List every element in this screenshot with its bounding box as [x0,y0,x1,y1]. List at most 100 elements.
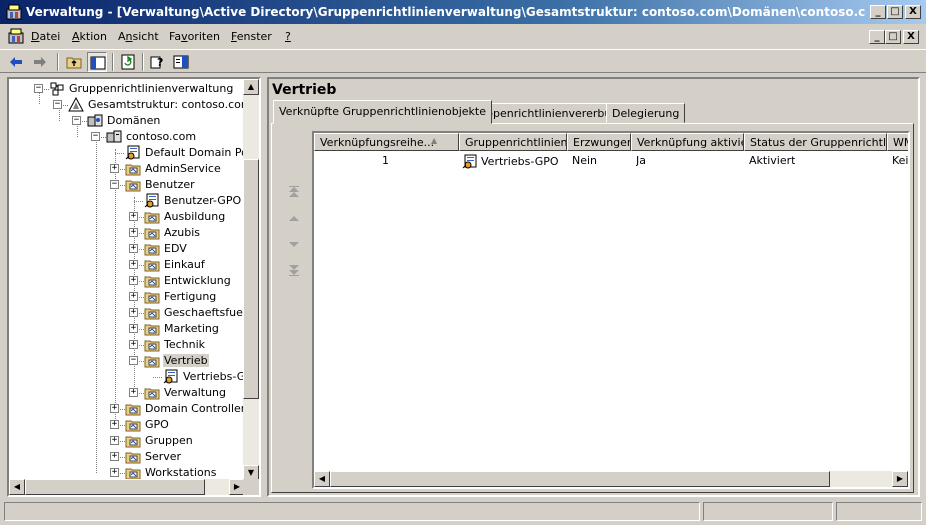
expand-toggle[interactable]: + [129,308,138,317]
forward-button[interactable] [30,52,50,72]
tree-vertical-scrollbar[interactable]: ▲ ▼ [243,79,259,481]
menu-aktion[interactable]: Aktion [72,30,107,43]
move-to-bottom-button[interactable] [286,262,302,278]
expand-toggle[interactable]: + [110,164,119,173]
console-tree[interactable]: − Gruppenrichtlinienverwaltung − Gesamtstru… [7,77,261,497]
status-pane-main [4,502,700,521]
status-bar [0,500,926,525]
back-button[interactable] [6,52,26,72]
expand-toggle[interactable]: + [110,436,119,445]
collapse-toggle[interactable]: − [91,132,100,141]
scroll-thumb[interactable] [243,159,259,399]
gpo-link-icon [144,193,160,209]
tree-node-label: Domain Controllers [145,402,245,415]
show-hide-console-tree-button[interactable] [87,52,107,72]
mdi-minimize-button[interactable]: _ [869,30,885,44]
cell-wmi: Keine [892,154,908,167]
tree-line [96,133,97,473]
up-arrow-icon [289,216,299,221]
tree-node-label: Vertrieb [163,354,209,367]
close-button[interactable]: X [905,5,921,19]
move-down-button[interactable] [286,236,302,252]
tree-node-label: Fertigung [164,290,217,303]
collapse-toggle[interactable]: − [53,100,62,109]
menu-datei[interactable]: Datei [31,30,60,43]
scroll-left-button[interactable]: ◀ [9,479,25,495]
tree-view: − Gruppenrichtlinienverwaltung − Gesamtstru… [9,79,245,481]
mdi-restore-button[interactable]: □ [885,30,901,44]
expand-toggle[interactable]: + [129,228,138,237]
menu-favoriten[interactable]: Favoriten [169,30,220,43]
collapse-toggle[interactable]: − [129,356,138,365]
mmc-app-icon [6,4,22,20]
tree-horizontal-scrollbar[interactable]: ◀ ▶ [9,479,245,495]
tree-node-label: Benutzer-GPO [164,194,242,207]
restore-button[interactable]: □ [887,5,903,19]
toolbar-separator [112,53,114,71]
collapse-toggle[interactable]: − [72,116,81,125]
up-one-level-button[interactable] [64,52,84,72]
expand-toggle[interactable]: + [129,212,138,221]
menu-fenster[interactable]: Fenster [231,30,272,43]
column-header-order[interactable]: Verknüpfungsreihe... ▲ [314,133,459,151]
help-button[interactable]: ? [148,52,168,72]
details-title: Vertrieb [272,82,337,98]
collapse-toggle[interactable]: − [34,84,43,93]
tree-line [115,153,124,154]
collapse-toggle[interactable]: − [110,180,119,189]
expand-toggle[interactable]: + [129,340,138,349]
menu-ansicht[interactable]: Ansicht [118,30,159,43]
linked-gpo-list[interactable]: Verknüpfungsreihe... ▲ Gruppenrichtlinie… [312,131,910,489]
mdi-close-button[interactable]: X [903,30,919,44]
refresh-button[interactable] [118,52,138,72]
ou-icon [144,385,160,401]
tree-node-label: Gesamtstruktur: contoso.com [88,98,245,111]
expand-toggle[interactable]: + [110,468,119,477]
column-header-gpo[interactable]: Gruppenrichtlinien... [459,133,567,151]
mmc-document-icon[interactable] [8,28,24,44]
tree-node-label: Verwaltung [164,386,226,399]
scroll-right-button[interactable]: ▶ [892,471,908,487]
scroll-thumb[interactable] [25,479,205,495]
details-pane: Vertrieb Verknüpfte Gruppenrichtlinienob… [267,77,920,497]
expand-toggle[interactable]: + [129,324,138,333]
action-pane-icon [173,55,189,69]
expand-toggle[interactable]: + [129,260,138,269]
minimize-button[interactable]: _ [870,5,886,19]
tree-node-label: Ausbildung [164,210,226,223]
window-titlebar[interactable]: Verwaltung - [Verwaltung\Active Director… [0,0,926,24]
tab-verknuepfte-gpos[interactable]: Verknüpfte Gruppenrichtlinienobjekte [273,100,493,124]
column-header-wmi[interactable]: WMI-Filter [887,133,908,151]
ou-icon [144,321,160,337]
show-hide-action-pane-button[interactable] [171,52,191,72]
tab-delegierung[interactable]: Delegierung [606,103,686,123]
move-to-top-button[interactable] [286,184,302,200]
expand-toggle[interactable]: + [110,452,119,461]
scroll-up-button[interactable]: ▲ [243,79,259,95]
ou-icon [144,337,160,353]
list-horizontal-scrollbar[interactable]: ◀ ▶ [314,471,908,487]
ou-icon [125,417,141,433]
ou-icon [144,241,160,257]
cell-link-enabled: Ja [636,154,646,167]
expand-toggle[interactable]: + [129,244,138,253]
expand-toggle[interactable]: + [110,404,119,413]
menu-help[interactable]: ? [285,30,291,43]
expand-toggle[interactable]: + [129,276,138,285]
scrollbar-corner [243,479,259,495]
expand-toggle[interactable]: + [129,292,138,301]
ou-icon [125,449,141,465]
svg-text:?: ? [157,56,163,69]
ou-icon [144,305,160,321]
tree-node-label: Domänen [107,114,161,127]
double-down-arrow-icon [289,265,299,276]
column-header-status[interactable]: Status der Gruppenrichtlinie [744,133,887,151]
scroll-thumb[interactable] [330,471,830,487]
column-header-enforced[interactable]: Erzwungen [567,133,631,151]
ou-icon [144,209,160,225]
expand-toggle[interactable]: + [129,388,138,397]
move-up-button[interactable] [286,210,302,226]
expand-toggle[interactable]: + [110,420,119,429]
column-header-link-enabled[interactable]: Verknüpfung aktiviert [631,133,744,151]
scroll-left-button[interactable]: ◀ [314,471,330,487]
